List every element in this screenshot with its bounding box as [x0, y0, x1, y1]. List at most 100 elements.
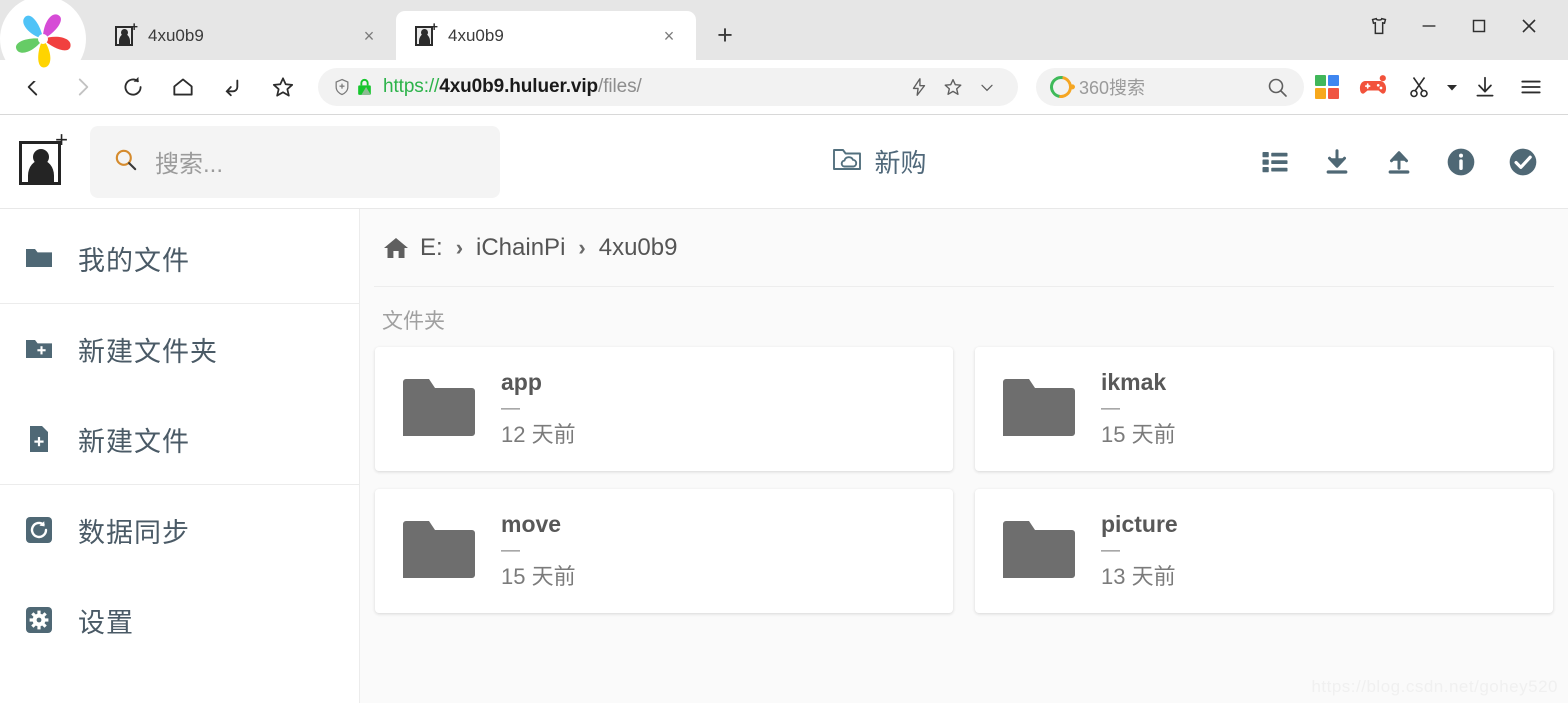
snowman-favicon-icon: + [114, 20, 138, 47]
folder-date: 13 天前 [1101, 563, 1176, 589]
gear-icon [22, 605, 56, 635]
360-logo-icon [1045, 71, 1077, 103]
watermark: https://blog.csdn.net/gohey520 [1311, 677, 1558, 696]
browser-search-box[interactable]: 360搜索 [1036, 68, 1304, 106]
browser-search-placeholder: 360搜索 [1079, 78, 1146, 98]
download-icon[interactable] [1462, 65, 1508, 109]
app-logo-icon[interactable]: + [16, 128, 70, 189]
folder-size: — [1101, 398, 1120, 420]
select-all-button[interactable] [1506, 145, 1540, 179]
skin-icon[interactable] [1354, 4, 1404, 48]
tab-close-icon[interactable]: × [356, 23, 382, 49]
folder-name: move [501, 510, 562, 537]
folder-card[interactable]: picture — 13 天前 [975, 489, 1553, 613]
url-text: https://4xu0b9.huluer.vip/files/ [383, 76, 902, 98]
scissors-dropdown-icon[interactable] [1442, 65, 1462, 109]
folder-card-text: app — 12 天前 [501, 369, 576, 449]
file-plus-icon [22, 424, 56, 454]
search-icon[interactable] [1260, 70, 1294, 104]
new-purchase-button[interactable]: 新购 [831, 143, 927, 180]
maximize-icon[interactable] [1454, 4, 1504, 48]
folder-name: ikmak [1101, 368, 1167, 395]
minimize-icon[interactable] [1404, 4, 1454, 48]
breadcrumb: E: › iChainPi › 4xu0b9 [374, 209, 1554, 287]
folder-size: — [501, 398, 520, 420]
list-view-button[interactable] [1258, 145, 1292, 179]
folder-size: — [1101, 540, 1120, 562]
breadcrumb-separator: › [578, 234, 586, 260]
sidebar-item-label: 我的文件 [78, 245, 190, 276]
folder-card-text: picture — 13 天前 [1101, 511, 1178, 591]
folder-card[interactable]: move — 15 天前 [375, 489, 953, 613]
url-path: /files/ [598, 76, 642, 97]
sidebar-item-new-file[interactable]: 新建文件 [0, 394, 359, 484]
folder-card[interactable]: app — 12 天前 [375, 347, 953, 471]
breadcrumb-item-current[interactable]: 4xu0b9 [599, 234, 678, 262]
folder-card-text: ikmak — 15 天前 [1101, 368, 1176, 449]
address-bar[interactable]: https://4xu0b9.huluer.vip/files/ [318, 68, 1018, 106]
star-icon[interactable] [258, 65, 308, 109]
folder-date: 12 天前 [501, 421, 576, 447]
download-button[interactable] [1320, 145, 1354, 179]
header-center: 新购 [500, 143, 1258, 180]
sidebar-group: 新建文件夹 新建文件 [0, 304, 359, 485]
undo-icon[interactable] [208, 65, 258, 109]
shield-icon [332, 76, 352, 98]
reload-icon[interactable] [108, 65, 158, 109]
game-controller-icon[interactable] [1350, 65, 1396, 109]
sidebar-item-settings[interactable]: 设置 [0, 575, 359, 665]
tab-close-icon[interactable]: × [656, 23, 682, 49]
sidebar-item-label: 新建文件夹 [78, 336, 218, 367]
folder-card-text: move — 15 天前 [501, 510, 576, 591]
breadcrumb-separator: › [455, 234, 464, 260]
pinwheel-icon [15, 14, 71, 68]
folder-plus-icon [22, 336, 56, 362]
tab-title: 4xu0b9 [148, 25, 204, 45]
folder-date: 15 天前 [501, 563, 576, 589]
app-body: 我的文件 新建文件夹 新建文件 数据同步 设置 E: › iChainPi › … [0, 209, 1568, 703]
info-button[interactable] [1444, 145, 1478, 179]
snowman-favicon-icon: + [414, 20, 438, 47]
content-area: E: › iChainPi › 4xu0b9 文件夹 app — 12 天前 i… [360, 209, 1568, 703]
browser-tab-active[interactable]: + 4xu0b9 × [396, 11, 696, 60]
browser-window: + 4xu0b9 × + 4xu0b9 × + https://4xu0b9.h… [0, 0, 1568, 703]
sidebar-group: 数据同步 设置 [0, 485, 359, 665]
star-outline-icon[interactable] [936, 70, 970, 104]
menu-icon[interactable] [1508, 65, 1554, 109]
close-icon[interactable] [1504, 4, 1554, 48]
breadcrumb-item[interactable]: E: [420, 234, 443, 262]
folder-card[interactable]: ikmak — 15 天前 [975, 347, 1553, 471]
folder-icon [1001, 516, 1077, 587]
sidebar-item-label: 新建文件 [78, 426, 190, 457]
folder-icon [22, 245, 56, 271]
file-manager-app: + 搜索... 新购 我的文件 新建文件夹 新建文件 数据同步 设置 E: › … [0, 115, 1568, 703]
browser-toolbar: https://4xu0b9.huluer.vip/files/ 360搜索 [0, 60, 1568, 115]
sidebar-item-my-files[interactable]: 我的文件 [0, 213, 359, 303]
upload-button[interactable] [1382, 145, 1416, 179]
browser-tab[interactable]: + 4xu0b9 × [96, 11, 396, 60]
new-tab-button[interactable]: + [704, 14, 746, 56]
search-input[interactable]: 搜索... [90, 125, 500, 198]
browser-logo [0, 0, 86, 82]
folder-grid: app — 12 天前 ikmak — 15 天前 move — 15 天前 p… [374, 347, 1554, 613]
tab-strip: + 4xu0b9 × + 4xu0b9 × + [0, 0, 1568, 82]
lightning-icon[interactable] [902, 70, 936, 104]
sidebar-item-sync[interactable]: 数据同步 [0, 485, 359, 575]
apps-grid-icon[interactable] [1304, 65, 1350, 109]
scissors-icon[interactable] [1396, 65, 1442, 109]
tab-title: 4xu0b9 [448, 25, 504, 45]
breadcrumb-item[interactable]: iChainPi [476, 234, 565, 262]
sync-icon [22, 515, 56, 545]
sidebar-item-new-folder[interactable]: 新建文件夹 [0, 304, 359, 394]
folder-icon [401, 516, 477, 587]
sidebar-item-label: 数据同步 [78, 517, 190, 548]
home-icon[interactable] [158, 65, 208, 109]
search-placeholder: 搜索... [155, 151, 224, 178]
url-scheme: https:// [383, 76, 440, 97]
sidebar: 我的文件 新建文件夹 新建文件 数据同步 设置 [0, 209, 360, 703]
app-header: + 搜索... 新购 [0, 115, 1568, 209]
folder-icon [1001, 374, 1077, 445]
section-label: 文件夹 [382, 310, 445, 333]
home-icon[interactable] [382, 235, 410, 261]
chevron-down-icon[interactable] [970, 70, 1004, 104]
